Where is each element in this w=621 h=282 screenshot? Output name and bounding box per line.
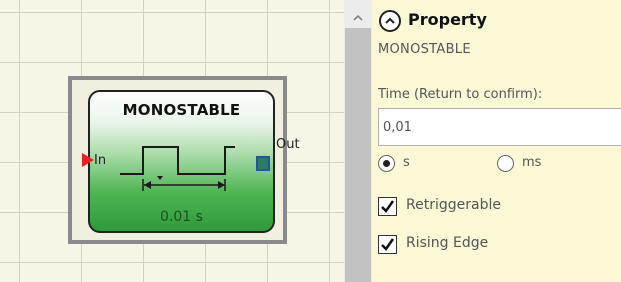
rising-edge-label: Rising Edge bbox=[406, 235, 489, 251]
time-input[interactable] bbox=[378, 108, 621, 146]
scroll-thumb[interactable] bbox=[345, 28, 371, 282]
time-label: Time (Return to confirm): bbox=[378, 87, 543, 102]
unit-radio-s-label: s bbox=[403, 155, 410, 170]
square-output-icon[interactable] bbox=[256, 156, 270, 171]
unit-radio-s[interactable] bbox=[378, 155, 395, 172]
retriggerable-label: Retriggerable bbox=[406, 197, 501, 213]
scroll-up-arrow-icon[interactable] bbox=[344, 8, 372, 28]
unit-radio-ms[interactable] bbox=[497, 155, 514, 172]
input-pin-label: In bbox=[94, 153, 107, 168]
retriggerable-checkbox[interactable] bbox=[378, 197, 397, 216]
unit-radio-ms-label: ms bbox=[522, 155, 542, 170]
property-panel: Property MONOSTABLE Time (Return to conf… bbox=[372, 0, 621, 282]
panel-title: Property bbox=[408, 10, 487, 29]
vertical-scrollbar[interactable] bbox=[344, 0, 372, 282]
output-pin-label: Out bbox=[276, 137, 300, 152]
block-name: MONOSTABLE bbox=[378, 42, 471, 57]
red-triangle-input-icon[interactable] bbox=[82, 153, 94, 167]
diagram-canvas[interactable]: MONOSTABLE 0.01 s In Out bbox=[0, 0, 344, 282]
rising-edge-checkbox[interactable] bbox=[378, 235, 397, 254]
chevron-up-circle-icon[interactable] bbox=[379, 10, 401, 32]
